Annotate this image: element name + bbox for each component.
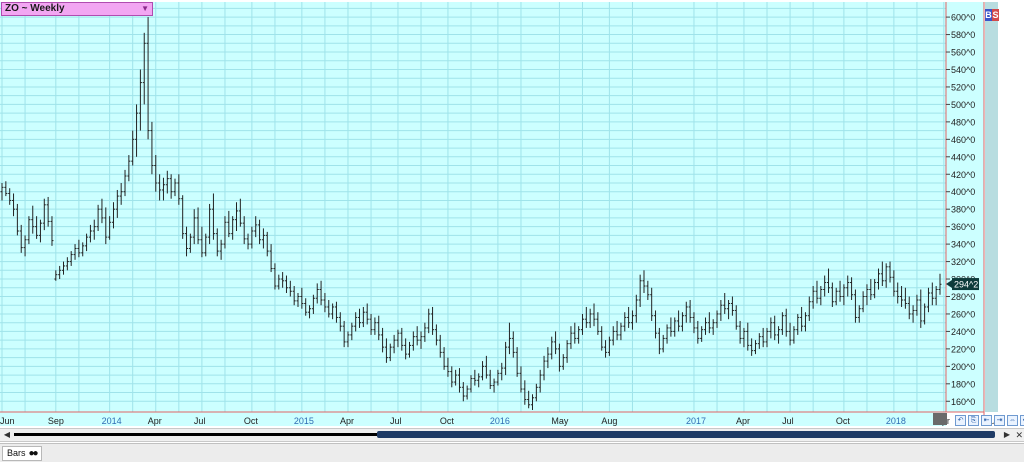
right-side-strip (985, 2, 998, 412)
y-tick-label: 380^0 (951, 205, 975, 215)
current-price-label: 294^2 (954, 280, 978, 290)
bars-tab[interactable]: Bars ●● (2, 446, 42, 461)
fit-icon[interactable]: ⇔ (1007, 415, 1018, 426)
buy-sell-badge[interactable]: BS (985, 9, 999, 21)
y-tick-label: 360^0 (951, 222, 975, 232)
x-tick-label: Apr (340, 416, 354, 426)
y-tick-label: 560^0 (951, 48, 975, 58)
y-tick-label: 420^0 (951, 170, 975, 180)
y-tick-label: 240^0 (951, 327, 975, 337)
y-tick-label: 440^0 (951, 152, 975, 162)
scroll-right-icon[interactable]: ▶ (1002, 430, 1012, 440)
symbol-selector[interactable]: ZO ~ Weekly ▼ (1, 2, 153, 16)
first-icon[interactable]: ⇤ (981, 415, 992, 426)
y-tick-label: 540^0 (951, 65, 975, 75)
plot-area (0, 2, 946, 412)
y-tick-label: 460^0 (951, 135, 975, 145)
y-tick-label: 180^0 (951, 379, 975, 389)
expand-icon[interactable]: ⇹ (1020, 415, 1024, 426)
x-tick-label: Jun (0, 416, 15, 426)
status-bar: Bars ●● (0, 443, 1024, 462)
sell-badge: S (992, 9, 999, 21)
y-tick-label: 500^0 (951, 100, 975, 110)
x-cursor-marker (933, 413, 947, 425)
chart-nav-buttons: ↶ ⎘ ⇤ ⇥ ⇔ ⇹ (955, 415, 1024, 427)
x-axis-panel (0, 412, 946, 426)
x-tick-label: Apr (148, 416, 162, 426)
undo-icon[interactable]: ↶ (955, 415, 966, 426)
page-icon[interactable]: ⎘ (968, 415, 979, 426)
x-tick-label: Jul (390, 416, 402, 426)
symbol-title: ZO ~ Weekly (5, 3, 65, 14)
price-chart[interactable]: 160^0180^0200^0220^0240^0260^0280^0300^0… (0, 0, 1024, 468)
y-axis-ticks: 160^0180^0200^0220^0240^0260^0280^0300^0… (946, 13, 975, 407)
x-tick-label: Oct (244, 416, 259, 426)
y-tick-label: 320^0 (951, 257, 975, 267)
x-tick-label: Sep (48, 416, 64, 426)
y-tick-label: 600^0 (951, 13, 975, 23)
x-tick-label: 2018 (886, 416, 906, 426)
horizontal-scrollbar[interactable]: ◀ ▶ ✕ (0, 428, 1024, 442)
scroll-left-icon[interactable]: ◀ (2, 430, 12, 440)
y-tick-label: 160^0 (951, 397, 975, 407)
y-tick-label: 580^0 (951, 30, 975, 40)
y-tick-label: 260^0 (951, 309, 975, 319)
y-tick-label: 340^0 (951, 240, 975, 250)
x-tick-label: May (551, 416, 569, 426)
chart-window: 160^0180^0200^0220^0240^0260^0280^0300^0… (0, 0, 1024, 468)
bars-tab-label: Bars (7, 448, 26, 458)
x-tick-label: Oct (440, 416, 455, 426)
x-tick-label: Oct (836, 416, 851, 426)
dropdown-arrow-icon[interactable]: ▼ (141, 3, 149, 15)
x-tick-label: Aug (601, 416, 617, 426)
scroll-thumb[interactable] (377, 431, 995, 438)
binoculars-icon[interactable]: ●● (29, 447, 39, 460)
y-tick-label: 480^0 (951, 117, 975, 127)
x-tick-label: Apr (736, 416, 750, 426)
x-tick-label: 2016 (490, 416, 510, 426)
x-tick-label: 2017 (686, 416, 706, 426)
y-tick-label: 220^0 (951, 344, 975, 354)
x-tick-label: 2014 (102, 416, 122, 426)
x-tick-label: Jul (194, 416, 206, 426)
y-tick-label: 520^0 (951, 82, 975, 92)
y-tick-label: 400^0 (951, 187, 975, 197)
x-tick-label: 2015 (294, 416, 314, 426)
x-tick-label: Jul (782, 416, 794, 426)
y-tick-label: 280^0 (951, 292, 975, 302)
last-icon[interactable]: ⇥ (994, 415, 1005, 426)
buy-badge: B (985, 9, 992, 21)
zoom-icon[interactable]: ✕ (1015, 430, 1023, 440)
y-tick-label: 200^0 (951, 362, 975, 372)
